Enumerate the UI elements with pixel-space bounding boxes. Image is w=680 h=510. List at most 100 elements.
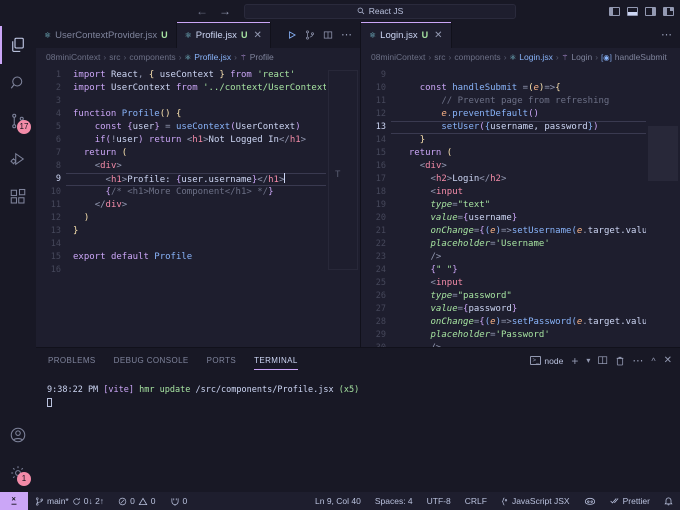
breadcrumb-item[interactable]: Login.jsx [519, 52, 553, 62]
code-line[interactable]: return ( [398, 147, 646, 160]
status-problems[interactable]: 0 0 [111, 492, 162, 510]
split-editor-icon[interactable] [323, 30, 333, 40]
more-actions-icon[interactable]: ⋯ [632, 355, 643, 366]
minimap-right[interactable] [646, 66, 680, 347]
activity-item-search[interactable] [0, 64, 36, 102]
status-indentation[interactable]: Spaces: 4 [368, 492, 420, 510]
code-line[interactable]: import React, { useContext } from 'react… [73, 69, 326, 82]
kill-terminal-icon[interactable] [616, 356, 624, 366]
status-encoding[interactable]: UTF-8 [420, 492, 458, 510]
close-panel-icon[interactable]: ✕ [664, 355, 672, 366]
code-line[interactable]: placeholder='Username' [398, 238, 646, 251]
activity-item-run-and-debug[interactable] [0, 140, 36, 178]
status-ports[interactable]: 0 [163, 492, 195, 510]
breadcrumb-item[interactable]: Profile [250, 52, 274, 62]
close-icon[interactable]: ✕ [434, 30, 442, 41]
close-icon[interactable]: ✕ [253, 30, 261, 41]
split-preview-icon[interactable] [305, 30, 315, 40]
breadcrumb-item[interactable]: 08miniContext [371, 52, 425, 62]
panel-tab-problems[interactable]: PROBLEMS [48, 348, 96, 373]
code-line[interactable]: value={username} [398, 212, 646, 225]
new-terminal-icon[interactable]: + [571, 354, 578, 368]
activity-item-accounts[interactable] [0, 416, 36, 454]
more-actions-icon[interactable]: ⋯ [341, 30, 352, 41]
tab-login[interactable]: ⚛ Login.jsx U ✕ [361, 22, 452, 48]
code-line[interactable]: type="password" [398, 290, 646, 303]
breadcrumb-item[interactable]: handleSubmit [615, 52, 667, 62]
code-line[interactable]: onChange={(e)=>setPassword(e.target.valu… [398, 316, 646, 329]
toggle-primary-sidebar-icon[interactable] [609, 6, 620, 16]
tab-profile[interactable]: ⚛ Profile.jsx U ✕ [176, 22, 271, 48]
code-line[interactable]: {/* <h1>More Component</h1> */} [73, 186, 326, 199]
status-remote-window[interactable] [0, 492, 28, 510]
code-line[interactable]: onChange={(e)=>setUsername(e.target.valu… [398, 225, 646, 238]
code-line[interactable]: placeholder='Password' [398, 329, 646, 342]
code-line[interactable]: /> [398, 251, 646, 264]
breadcrumb-item[interactable]: src [109, 52, 120, 62]
maximize-panel-icon[interactable]: ^ [651, 356, 655, 366]
more-actions-icon[interactable]: ⋯ [661, 30, 672, 41]
activity-item-explorer[interactable] [0, 26, 36, 64]
code-line[interactable]: <input [398, 186, 646, 199]
activity-item-source-control[interactable]: 17 [0, 102, 36, 140]
code-line[interactable]: // Prevent page from refreshing [398, 95, 646, 108]
code-line[interactable]: const {user} = useContext(UserContext) [73, 121, 326, 134]
panel-tab-terminal[interactable]: TERMINAL [254, 348, 298, 373]
status-prettier[interactable]: Prettier [603, 492, 657, 510]
code-line[interactable]: setUser({username, password}) [391, 121, 646, 134]
breadcrumb-item[interactable]: components [129, 52, 175, 62]
toggle-panel-icon[interactable] [627, 6, 638, 16]
status-cursor-position[interactable]: Ln 9, Col 40 [308, 492, 368, 510]
panel-tab-debug-console[interactable]: DEBUG CONSOLE [114, 348, 189, 373]
code-line[interactable]: ) [73, 212, 326, 225]
arrow-left-icon[interactable]: ← [196, 5, 208, 17]
code-line[interactable]: } [73, 225, 326, 238]
code-content-left[interactable]: import React, { useContext } from 'react… [66, 66, 326, 347]
code-line[interactable]: e.preventDefault() [398, 108, 646, 121]
code-line[interactable]: function Profile() { [73, 108, 326, 121]
customize-layout-icon[interactable] [663, 6, 674, 16]
activity-item-extensions[interactable] [0, 178, 36, 216]
code-line[interactable]: </div> [73, 199, 326, 212]
code-line[interactable]: const handleSubmit =(e)=>{ [398, 82, 646, 95]
terminal-dropdown-icon[interactable]: ▾ [586, 356, 590, 365]
code-line[interactable] [398, 69, 646, 82]
code-line[interactable]: <div> [73, 160, 326, 173]
code-line[interactable] [73, 95, 326, 108]
run-icon[interactable] [287, 30, 297, 40]
command-center-search[interactable]: React JS [244, 3, 516, 19]
code-line[interactable]: export default Profile [73, 251, 326, 264]
breadcrumb-item[interactable]: components [454, 52, 500, 62]
breadcrumb-item[interactable]: Profile.jsx [194, 52, 231, 62]
tab-usercontextprovider[interactable]: ⚛ UserContextProvider.jsx U [36, 22, 177, 48]
breadcrumb-item[interactable]: Login [571, 52, 592, 62]
panel-tab-ports[interactable]: PORTS [207, 348, 236, 373]
code-line[interactable]: } [398, 134, 646, 147]
status-copilot[interactable] [577, 492, 603, 510]
activity-item-manage[interactable]: 1 [0, 454, 36, 492]
minimap-left[interactable]: T [326, 66, 360, 347]
code-line[interactable]: <h1>Profile: {user.username}</h1> [66, 173, 326, 186]
code-line[interactable] [73, 238, 326, 251]
status-notifications[interactable] [657, 492, 680, 510]
code-line[interactable]: <h2>Login</h2> [398, 173, 646, 186]
terminal-output[interactable]: 9:38:22 PM [vite] hmr update /src/compon… [36, 373, 680, 492]
breadcrumb-item[interactable]: src [434, 52, 445, 62]
arrow-right-icon[interactable]: → [219, 5, 231, 17]
toggle-secondary-sidebar-icon[interactable] [645, 6, 656, 16]
split-terminal-icon[interactable] [598, 356, 608, 365]
code-line[interactable]: value={password} [398, 303, 646, 316]
status-eol[interactable]: CRLF [458, 492, 494, 510]
code-editor-left[interactable]: 1 2 3 4 5 6 7 8 9 10 11 12 13 14 15 16 import React, { … [36, 66, 360, 347]
code-line[interactable]: import UserContext from '../context/User… [73, 82, 326, 95]
code-editor-right[interactable]: 9 10 11 12 13 14 15 16 17 18 19 20 21 22 23 24 25 26 27 28 2… [361, 66, 680, 347]
code-line[interactable]: type="text" [398, 199, 646, 212]
code-line[interactable]: <div> [398, 160, 646, 173]
terminal-selector[interactable]: >_ node [530, 356, 563, 366]
status-branch[interactable]: main* 0↓ 2↑ [28, 492, 111, 510]
code-line[interactable] [73, 264, 326, 277]
code-line[interactable]: {" "} [398, 264, 646, 277]
status-language-mode[interactable]: JavaScript JSX [494, 492, 577, 510]
code-line[interactable]: if(!user) return <h1>Not Logged In</h1> [73, 134, 326, 147]
code-line[interactable]: <input [398, 277, 646, 290]
